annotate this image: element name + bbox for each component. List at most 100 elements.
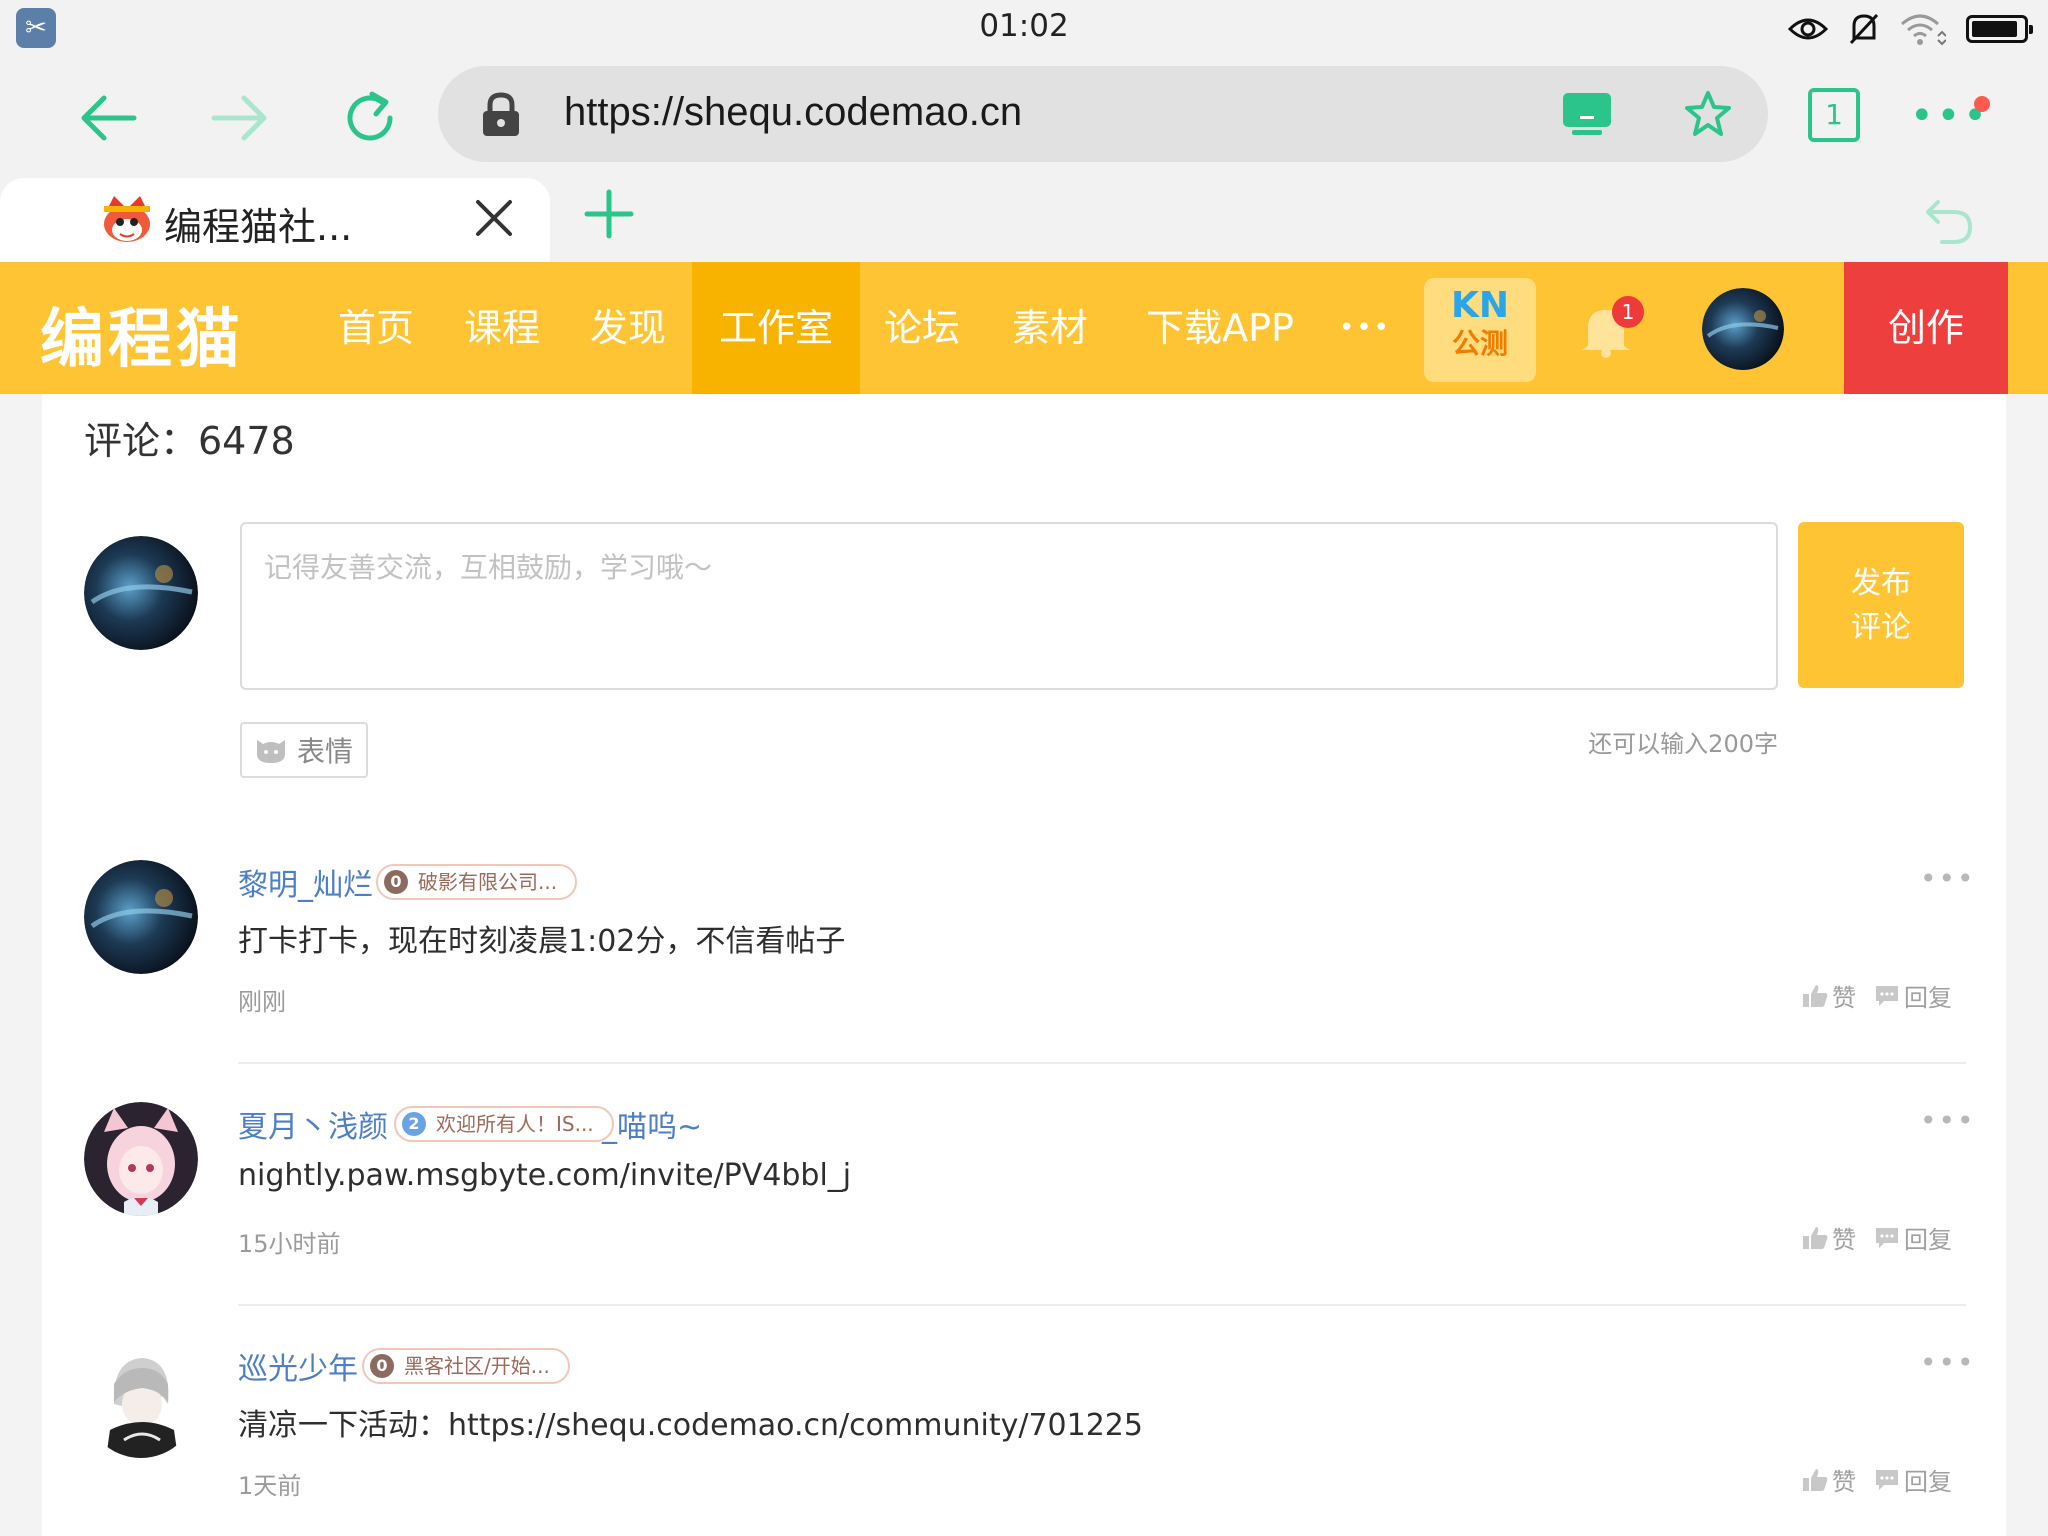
- browser-toolbar: https://shequ.codemao.cn 1 •••: [0, 54, 2048, 176]
- kn-logo-text: KN: [1450, 285, 1510, 326]
- undo-close-button[interactable]: [1924, 196, 1974, 250]
- reply-label: 回复: [1904, 1226, 1952, 1254]
- comment-actions: 赞 回复: [1802, 1462, 1952, 1497]
- comment-more-button[interactable]: •••: [1920, 862, 1976, 895]
- nav-item-materials[interactable]: 素材: [994, 262, 1106, 394]
- star-icon[interactable]: [1684, 90, 1732, 138]
- reply-label: 回复: [1904, 984, 1952, 1012]
- emoji-label: 表情: [296, 735, 353, 768]
- nav-item-discover[interactable]: 发现: [572, 262, 684, 394]
- publish-label-line2: 评论: [1851, 610, 1911, 645]
- commenter-name[interactable]: 巡光少年: [238, 1344, 358, 1388]
- speech-bubble-icon: [1876, 1227, 1898, 1248]
- tab-title: 编程猫社...: [164, 205, 353, 249]
- status-icons: [1788, 12, 2033, 46]
- comments-panel: 评论：6478 发布 评论 表情 还可以输入200字 黎明_灿烂 0 破影有限公…: [42, 394, 2006, 1536]
- eye-icon: [1788, 18, 1828, 40]
- comment-more-button[interactable]: •••: [1920, 1346, 1976, 1379]
- reload-icon: [347, 91, 393, 141]
- back-button[interactable]: [74, 84, 142, 152]
- thumbs-up-icon: [1803, 984, 1828, 1007]
- like-label: 赞: [1832, 1468, 1856, 1496]
- publish-comment-button[interactable]: 发布 评论: [1798, 522, 1964, 688]
- comment-input[interactable]: [242, 524, 1776, 688]
- comment-actions: 赞 回复: [1802, 1220, 1952, 1255]
- codemao-favicon-icon: [104, 196, 150, 242]
- create-button[interactable]: 创作: [1844, 262, 2008, 394]
- reply-button[interactable]: 回复: [1874, 1462, 1952, 1497]
- remaining-chars: 还可以输入200字: [1588, 730, 1778, 758]
- tab-count-button[interactable]: 1: [1808, 88, 1860, 142]
- composer-avatar: [84, 536, 198, 650]
- arrow-left-icon: [81, 95, 137, 141]
- status-time: 01:02: [979, 8, 1069, 44]
- screen-cast-icon[interactable]: [1562, 92, 1612, 136]
- browser-tab[interactable]: 编程猫社...: [0, 178, 550, 262]
- new-tab-button[interactable]: [584, 184, 634, 250]
- badge-level: 2: [402, 1112, 426, 1136]
- commenter-name-suffix[interactable]: _喵呜~: [602, 1102, 702, 1146]
- commenter-avatar[interactable]: [84, 1344, 198, 1458]
- status-bar: ✂ 01:02: [0, 0, 2048, 54]
- reload-button[interactable]: [336, 84, 404, 152]
- mute-icon: [1849, 13, 1879, 45]
- nav-item-studio[interactable]: 工作室: [692, 262, 860, 394]
- nav-more-button[interactable]: •••: [1326, 262, 1404, 394]
- publish-label-line1: 发布: [1851, 566, 1911, 601]
- tab-strip: 编程猫社...: [0, 176, 2048, 262]
- url-text[interactable]: https://shequ.codemao.cn: [564, 90, 1022, 135]
- comment-count: 评论：6478: [84, 419, 295, 463]
- nav-item-courses[interactable]: 课程: [446, 262, 558, 394]
- site-logo[interactable]: 编程猫: [40, 288, 244, 380]
- reply-button[interactable]: 回复: [1874, 1220, 1952, 1255]
- badge-level: 0: [384, 870, 408, 894]
- like-label: 赞: [1832, 1226, 1856, 1254]
- address-bar[interactable]: https://shequ.codemao.cn: [438, 66, 1768, 162]
- badge-level: 0: [370, 1354, 394, 1378]
- comment-text: 打卡打卡，现在时刻凌晨1:02分，不信看帖子: [238, 924, 846, 959]
- badge-text: 黑客社区/开始...: [404, 1354, 550, 1378]
- wifi-icon: [1901, 14, 1946, 46]
- emoji-button[interactable]: 表情: [240, 722, 368, 778]
- site-nav: 编程猫 首页 课程 发现 工作室 论坛 素材 下载APP ••• KN 公测: [0, 262, 2048, 394]
- plus-icon: [584, 189, 634, 239]
- comment-editor[interactable]: [240, 522, 1778, 690]
- studio-badge[interactable]: 0 破影有限公司...: [376, 864, 578, 900]
- comment-time: 15小时前: [238, 1230, 341, 1258]
- lock-icon: [483, 92, 519, 136]
- undo-icon: [1926, 200, 1973, 244]
- studio-badge[interactable]: 2 欢迎所有人！IS...: [394, 1106, 614, 1142]
- commenter-avatar[interactable]: [84, 1102, 198, 1216]
- commenter-avatar[interactable]: [84, 860, 198, 974]
- comment-divider: [238, 1062, 1966, 1064]
- like-button[interactable]: 赞: [1802, 1220, 1856, 1255]
- comment-actions: 赞 回复: [1802, 978, 1952, 1013]
- nav-item-download-app[interactable]: 下载APP: [1134, 262, 1306, 394]
- kn-beta-label: 公测: [1451, 327, 1508, 360]
- notification-dot: [1974, 96, 1990, 112]
- nav-item-forum[interactable]: 论坛: [866, 262, 978, 394]
- arrow-right-icon: [211, 95, 267, 141]
- kn-beta-button[interactable]: KN 公测: [1424, 278, 1536, 382]
- thumbs-up-icon: [1803, 1226, 1828, 1249]
- studio-badge[interactable]: 0 黑客社区/开始...: [362, 1348, 570, 1384]
- badge-text: 破影有限公司...: [418, 870, 558, 894]
- like-button[interactable]: 赞: [1802, 978, 1856, 1013]
- user-avatar[interactable]: [1702, 288, 1784, 370]
- reply-button[interactable]: 回复: [1874, 978, 1952, 1013]
- comment-divider: [238, 1304, 1966, 1306]
- comment-more-button[interactable]: •••: [1920, 1104, 1976, 1137]
- badge-text: 欢迎所有人！IS...: [436, 1112, 594, 1136]
- nav-item-home[interactable]: 首页: [320, 262, 432, 394]
- close-icon: [476, 200, 512, 236]
- speech-bubble-icon: [1876, 1469, 1898, 1490]
- close-tab-button[interactable]: [474, 198, 514, 246]
- forward-button[interactable]: [206, 84, 274, 152]
- cat-emoji-icon: [256, 740, 285, 763]
- commenter-name[interactable]: 黎明_灿烂: [238, 860, 373, 904]
- speech-bubble-icon: [1876, 985, 1898, 1006]
- battery-icon: [1966, 15, 2033, 43]
- like-button[interactable]: 赞: [1802, 1462, 1856, 1497]
- commenter-name[interactable]: 夏月丶浅颜: [238, 1102, 388, 1146]
- comment-text: nightly.paw.msgbyte.com/invite/PV4bbl_j: [238, 1158, 852, 1193]
